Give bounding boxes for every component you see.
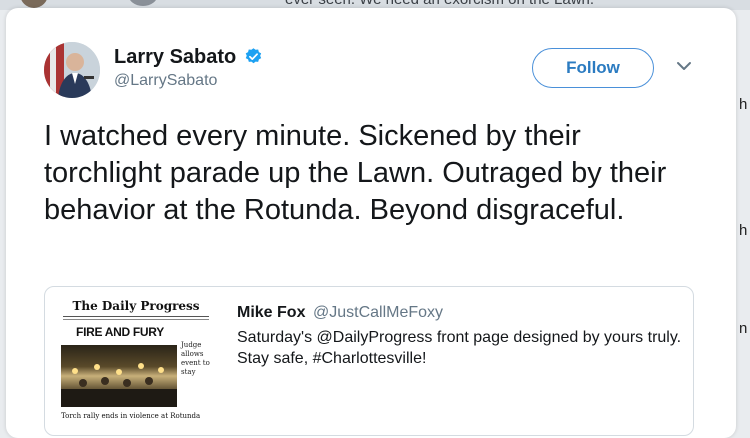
quoted-tweet-thumbnail: The Daily Progress FIRE AND FURY Judge a…: [59, 297, 213, 427]
author-name[interactable]: Larry Sabato: [114, 46, 236, 69]
masthead-rule: [63, 316, 209, 317]
follow-button[interactable]: Follow: [532, 48, 654, 88]
newspaper-masthead: The Daily Progress: [72, 299, 200, 313]
background-side-letter: h: [739, 96, 748, 113]
quoted-tweet[interactable]: The Daily Progress FIRE AND FURY Judge a…: [44, 286, 694, 436]
masthead-rule: [63, 319, 209, 320]
avatar[interactable]: [44, 42, 100, 98]
newspaper-photo: [61, 345, 177, 407]
avatar-photo: [44, 42, 100, 98]
torch-crowd-image: [61, 363, 177, 407]
newspaper-headline: FIRE AND FURY: [76, 325, 164, 339]
newspaper-sidebar-text: Judge allows event to stay: [181, 341, 210, 376]
background-side-letter: h: [739, 222, 748, 239]
tweet-text: I watched every minute. Sickened by thei…: [44, 120, 667, 226]
newspaper-caption: Torch rally ends in violence at Rotunda: [61, 412, 201, 420]
quoted-author-name[interactable]: Mike Fox: [237, 304, 305, 322]
background-side-letter: n: [739, 320, 748, 337]
verified-badge-icon: [245, 48, 262, 64]
author-handle[interactable]: @LarrySabato: [114, 72, 217, 90]
chevron-down-icon[interactable]: [676, 60, 692, 72]
background-tweet-snippet: ever seen. We need an exorcism on the La…: [285, 0, 594, 8]
quoted-author-handle[interactable]: @JustCallMeFoxy: [313, 304, 443, 322]
quoted-tweet-text: Saturday's @DailyProgress front page des…: [237, 329, 682, 367]
